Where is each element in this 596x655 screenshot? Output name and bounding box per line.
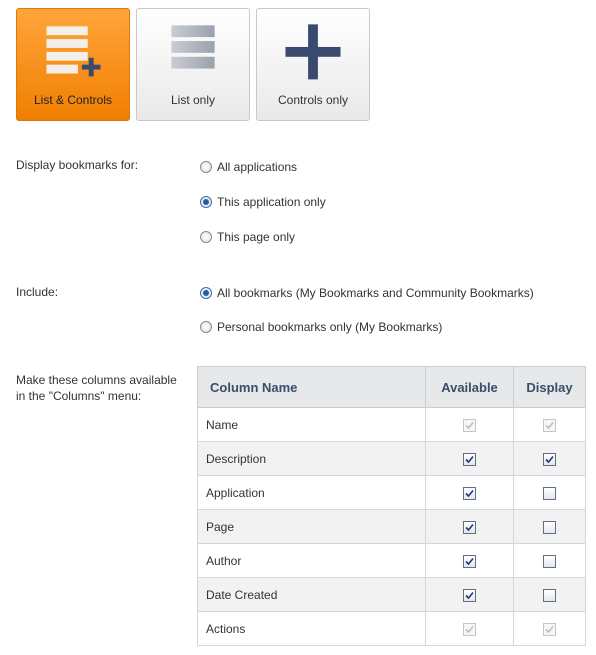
radio-button-selected[interactable] [200, 287, 212, 299]
checkmark-icon [465, 455, 474, 463]
display-checkbox[interactable] [543, 452, 556, 466]
available-cell [425, 611, 514, 646]
available-checkbox[interactable] [463, 520, 476, 534]
available-cell [425, 475, 514, 510]
display-cell [513, 509, 586, 544]
display-cell [513, 475, 586, 510]
column-name-cell: Page [197, 509, 426, 544]
column-name-cell: Author [197, 543, 426, 578]
table-row: Name [197, 407, 586, 442]
list-plus-icon [46, 26, 101, 77]
radio-label: This page only [217, 230, 296, 244]
columns-menu-label: Make these columns available in the "Col… [16, 373, 177, 403]
display-cell [513, 441, 586, 476]
columns-table: Column Name Available Display Name Descri… [197, 366, 586, 646]
checkmark-icon [465, 625, 474, 633]
table-row: Date Created [197, 577, 586, 612]
table-row: Page [197, 509, 586, 544]
checkmark-icon [465, 489, 474, 497]
radio-button[interactable] [200, 161, 212, 173]
controls-only-label: Controls only [277, 93, 349, 107]
checkmark-icon [545, 625, 554, 633]
table-header-row: Column Name Available Display [197, 366, 586, 408]
available-cell [425, 441, 514, 476]
radio-all-applications[interactable]: All applications [200, 158, 297, 176]
available-checkbox[interactable] [463, 588, 476, 602]
display-checkbox[interactable] [543, 554, 556, 568]
display-cell [513, 577, 586, 612]
controls-only-button[interactable]: Controls only [256, 8, 370, 121]
checkmark-icon [465, 421, 474, 429]
display-checkbox[interactable] [543, 520, 556, 534]
display-cell [513, 611, 586, 646]
available-header: Available [425, 366, 514, 408]
available-checkbox[interactable] [463, 486, 476, 500]
radio-this-application-only[interactable]: This application only [200, 193, 326, 211]
radio-label: All applications [217, 160, 298, 174]
available-cell [425, 577, 514, 612]
checkmark-icon [465, 591, 474, 599]
column-name-cell: Application [197, 475, 426, 510]
include-label: Include: [16, 285, 59, 299]
radio-this-page-only[interactable]: This page only [200, 228, 295, 246]
display-checkbox[interactable] [543, 486, 556, 500]
radio-label: This application only [217, 195, 326, 209]
display-checkbox[interactable] [543, 588, 556, 602]
list-and-controls-button[interactable]: List & Controls [16, 8, 130, 121]
checkmark-icon [545, 421, 554, 429]
available-checkbox[interactable] [463, 452, 476, 466]
radio-all-bookmarks[interactable]: All bookmarks (My Bookmarks and Communit… [200, 284, 534, 302]
available-cell [425, 509, 514, 544]
column-name-cell: Actions [197, 611, 426, 646]
checkmark-icon [465, 523, 474, 531]
radio-button-selected[interactable] [200, 196, 212, 208]
radio-personal-bookmarks[interactable]: Personal bookmarks only (My Bookmarks) [200, 318, 442, 336]
display-cell [513, 543, 586, 578]
list-icon [171, 25, 215, 69]
column-name-header: Column Name [197, 366, 426, 408]
display-bookmarks-label: Display bookmarks for: [16, 158, 139, 172]
table-row: Description [197, 441, 586, 476]
column-name-cell: Description [197, 441, 426, 476]
list-only-button[interactable]: List only [136, 8, 250, 121]
display-checkbox [543, 418, 556, 432]
column-name-cell: Date Created [197, 577, 426, 612]
radio-button[interactable] [200, 321, 212, 333]
available-cell [425, 407, 514, 442]
available-checkbox[interactable] [463, 554, 476, 568]
table-row: Application [197, 475, 586, 510]
radio-label: Personal bookmarks only (My Bookmarks) [217, 320, 443, 334]
checkmark-icon [545, 455, 554, 463]
available-cell [425, 543, 514, 578]
available-checkbox [463, 418, 476, 432]
checkmark-icon [465, 557, 474, 565]
list-only-label: List only [170, 93, 216, 107]
columns-table-body: Name Description Application Page Author Date… [197, 407, 586, 646]
available-checkbox [463, 622, 476, 636]
display-cell [513, 407, 586, 442]
radio-label: All bookmarks (My Bookmarks and Communit… [217, 286, 534, 300]
list-and-controls-label: List & Controls [33, 93, 113, 107]
table-row: Actions [197, 611, 586, 646]
column-name-cell: Name [197, 407, 426, 442]
table-row: Author [197, 543, 586, 578]
display-checkbox [543, 622, 556, 636]
display-header: Display [513, 366, 586, 408]
radio-button[interactable] [200, 231, 212, 243]
plus-icon [285, 24, 341, 80]
